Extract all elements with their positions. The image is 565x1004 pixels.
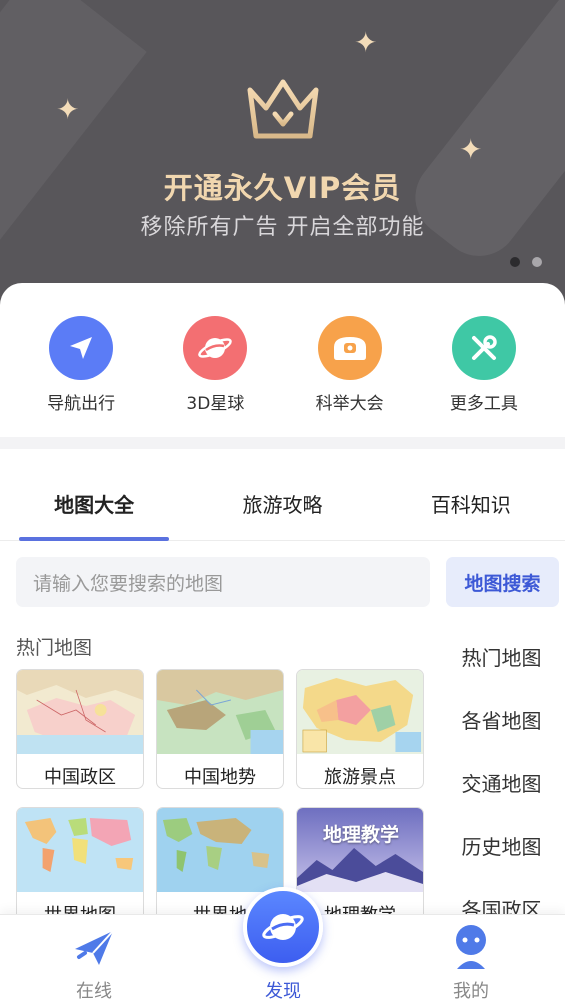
- tool-exam[interactable]: 科举大会: [290, 316, 410, 437]
- category-item[interactable]: 热门地图: [438, 625, 565, 688]
- map-card-china-terrain[interactable]: 中国地势: [156, 669, 284, 789]
- tool-label: 导航出行: [47, 394, 116, 414]
- world-political-map-thumbnail: [17, 808, 143, 892]
- cover-title: 地理教学: [322, 824, 399, 846]
- map-card-china-political[interactable]: 中国政区: [16, 669, 144, 789]
- carousel-dot[interactable]: [532, 257, 542, 267]
- planet-icon: [262, 914, 304, 940]
- nav-online-label: 在线: [76, 981, 112, 1002]
- discover-center-button[interactable]: [243, 887, 323, 967]
- navigation-arrow-icon: [49, 316, 114, 380]
- nav-discover-label: 发现: [265, 981, 301, 1002]
- sparkle-icon: ✦: [56, 93, 80, 126]
- nav-online[interactable]: 在线: [34, 915, 154, 1004]
- main-panel: 地图大全 旅游攻略 百科知识 请输入您要搜索的地图 地图搜索 热门地图 中国政区: [0, 449, 565, 927]
- tab-map-collection[interactable]: 地图大全: [0, 449, 188, 540]
- vip-title: 开通永久VIP会员: [163, 171, 402, 205]
- profile-icon: [456, 925, 486, 969]
- category-list: 热门地图 各省地图 交通地图 历史地图 各国政区: [438, 625, 565, 940]
- search-row: 请输入您要搜索的地图 地图搜索: [16, 557, 559, 607]
- planet-icon: [183, 316, 248, 380]
- tab-bar: 地图大全 旅游攻略 百科知识: [0, 449, 565, 541]
- tab-travel-guide[interactable]: 旅游攻略: [188, 449, 376, 540]
- world-terrain-map-thumbnail: [157, 808, 283, 892]
- map-card-tourism[interactable]: 旅游景点: [296, 669, 424, 789]
- map-card-label: 中国政区: [44, 767, 116, 788]
- vip-banner[interactable]: ✦ ✦ ✦ 开通永久VIP会员 移除所有广告 开启全部功能: [0, 0, 565, 310]
- category-item[interactable]: 交通地图: [438, 751, 565, 814]
- tool-label: 更多工具: [449, 394, 518, 414]
- sparkle-icon: ✦: [459, 133, 483, 166]
- china-tourism-map-thumbnail: [297, 670, 423, 754]
- tool-more[interactable]: 更多工具: [424, 316, 544, 437]
- tool-label: 科举大会: [315, 394, 384, 414]
- section-title: 热门地图: [16, 637, 93, 659]
- vip-subtitle: 移除所有广告 开启全部功能: [140, 215, 425, 240]
- paper-plane-icon: [75, 930, 114, 965]
- crown-icon: [247, 79, 319, 139]
- carousel-indicator: [510, 257, 542, 267]
- quick-tools: 导航出行 3D星球 科举大会 更多工具: [0, 283, 565, 437]
- tools-icon: [451, 316, 516, 380]
- search-button[interactable]: 地图搜索: [446, 557, 559, 607]
- china-terrain-map-thumbnail: [157, 670, 283, 754]
- tool-3d-planet[interactable]: 3D星球: [155, 316, 275, 437]
- tool-navigation[interactable]: 导航出行: [21, 316, 141, 437]
- tab-encyclopedia[interactable]: 百科知识: [377, 449, 565, 540]
- nav-mine[interactable]: 我的: [411, 915, 531, 1004]
- sparkle-icon: ✦: [354, 26, 378, 59]
- category-item[interactable]: 历史地图: [438, 814, 565, 877]
- tool-label: 3D星球: [186, 394, 245, 414]
- carousel-dot-active[interactable]: [510, 257, 520, 267]
- nav-mine-label: 我的: [453, 981, 489, 1002]
- exam-badge-icon: [317, 316, 382, 380]
- category-item[interactable]: 各省地图: [438, 688, 565, 751]
- search-input[interactable]: 请输入您要搜索的地图: [16, 557, 430, 607]
- tab-active-indicator: [19, 537, 169, 541]
- map-card-label: 中国地势: [184, 767, 256, 788]
- map-card-label: 旅游景点: [324, 767, 396, 788]
- banner-decoration: [0, 0, 147, 310]
- map-card-world-political[interactable]: 世界地图: [16, 807, 144, 927]
- china-political-map-thumbnail: [17, 670, 143, 754]
